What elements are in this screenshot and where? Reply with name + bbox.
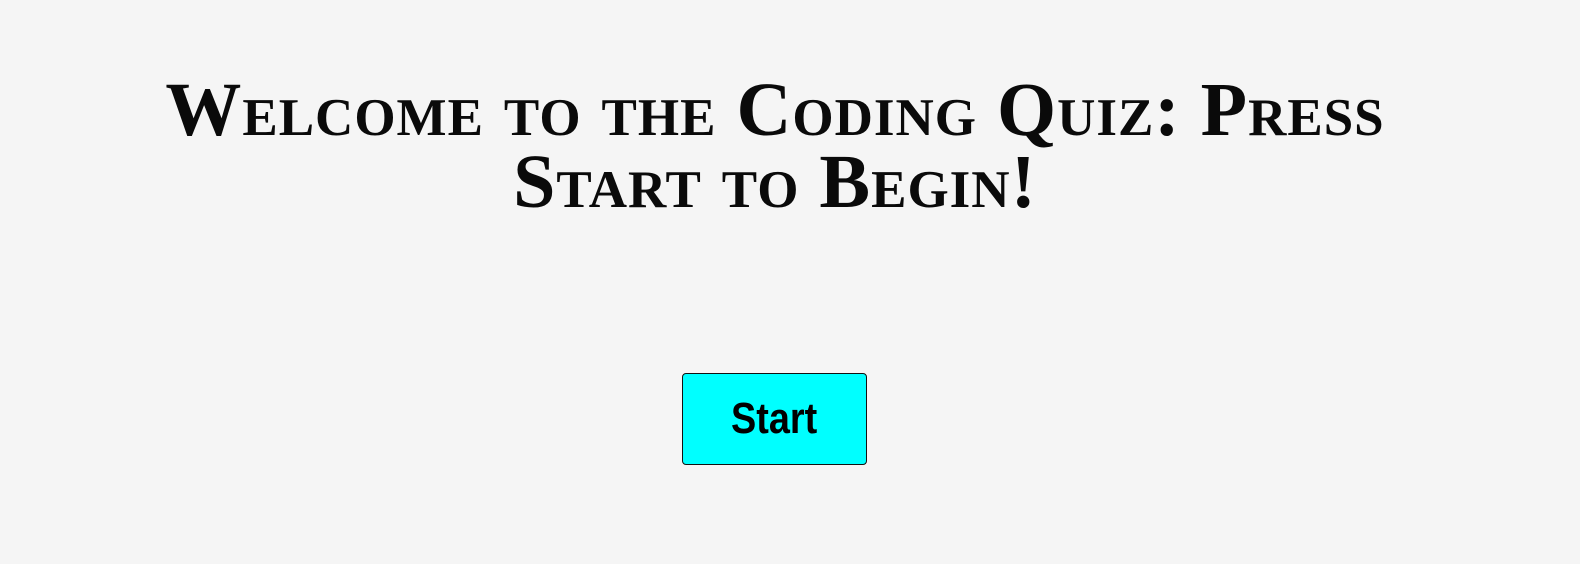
start-button-label: Start: [731, 394, 818, 443]
start-button[interactable]: Start: [682, 373, 867, 465]
page-title: Welcome to the Coding Quiz: Press Start …: [165, 68, 1385, 224]
quiz-start-screen: Welcome to the Coding Quiz: Press Start …: [0, 0, 1580, 564]
